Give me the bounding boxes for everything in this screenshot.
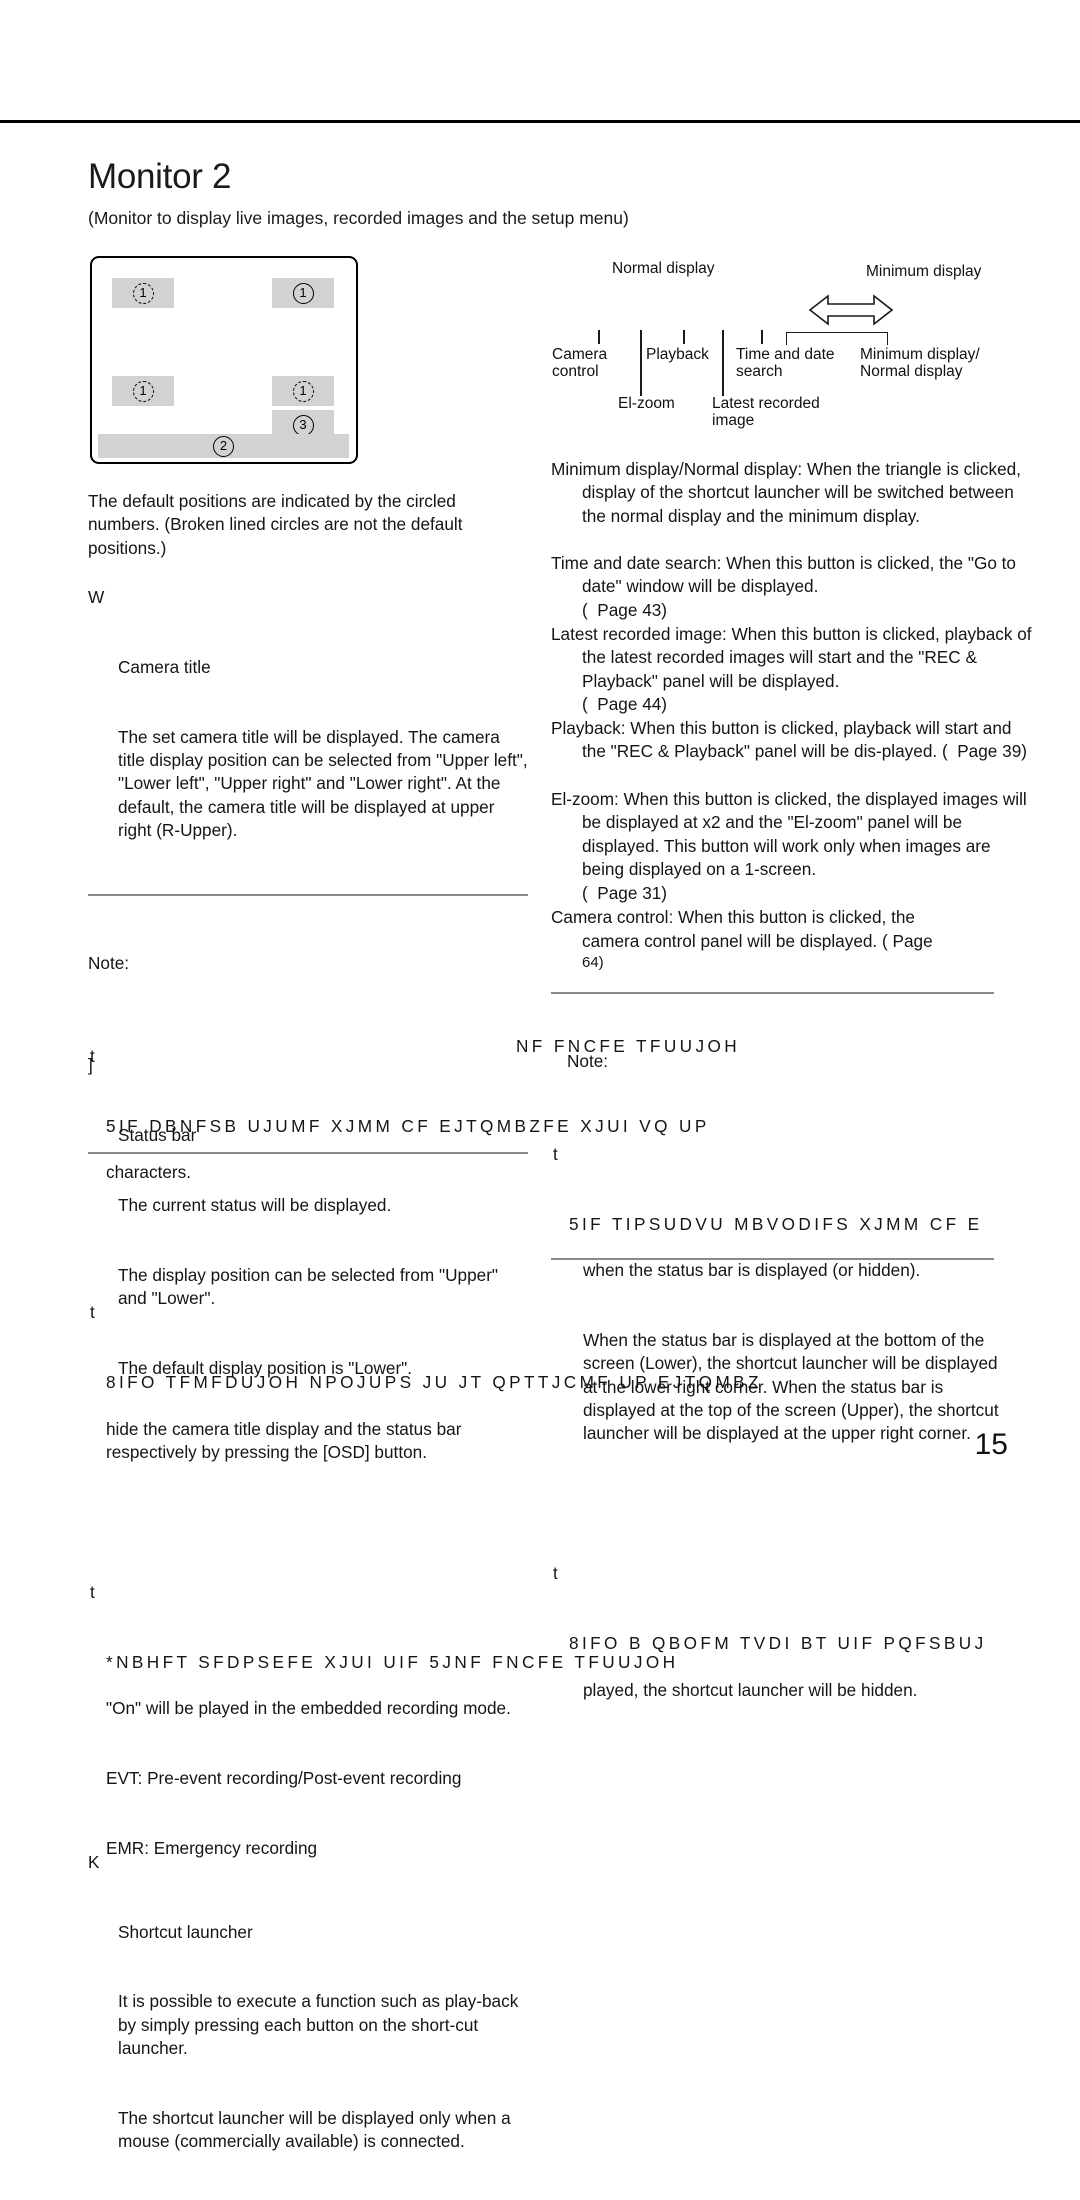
entry-playback: Playback: When this button is clicked, p… (551, 718, 1027, 762)
shortcut-launcher-callout: Normal display Minimum display Camera co… (540, 250, 1040, 445)
note-rule-bottom-left (88, 1152, 528, 1154)
monitor-layout-diagram: 1 1 1 1 3 2 (90, 256, 358, 464)
callout-label-normal-display: Normal display (612, 260, 715, 277)
note-block-left: Note: t 5IF DBNFSB UJUMF XJMM CF EJTQMBZ… (88, 905, 759, 1953)
entry-time-and-date-search: Time and date search: When this button i… (551, 553, 1021, 597)
page-number: 15 (974, 1428, 1008, 1461)
circled-number-3: 3 (292, 414, 314, 436)
item-title-shortcut-launcher: Shortcut launcher (118, 1921, 253, 1942)
callout-label-time-and-date-search: Time and date search (736, 346, 835, 380)
note-rule-top-right (551, 992, 994, 994)
callout-label-minimum-normal-display: Minimum display/ Normal display (860, 346, 980, 380)
circled-number-marker-1: W (88, 587, 105, 607)
note-bullet-right-1-tail-2: When the status bar is displayed at the … (583, 1330, 1004, 1444)
bullet-marker: t (90, 1302, 95, 1323)
header-rule (0, 120, 1080, 123)
circled-number-1-dashed: 1 (132, 380, 154, 402)
bullet-marker: t (553, 1143, 558, 1164)
entry-camera-control-line-2: camera control panel will be displayed. … (582, 931, 933, 951)
callout-tick-time-date (761, 330, 763, 344)
bullet-marker: t (90, 1581, 95, 1602)
note-bullet-2: t 8IFO TFMFDUJOH NPOJUPS JU JT QPTTJCMF … (88, 1301, 759, 1511)
callout-leader-el-zoom (640, 330, 642, 396)
callout-bracket-minimum-normal (786, 332, 888, 345)
manual-page: Monitor 2 (Monitor to display live image… (0, 0, 1080, 2151)
note-bullet-right-2-tail: played, the shortcut launcher will be hi… (583, 1679, 918, 1700)
list-item-shortcut-launcher: K Shortcut launcher It is possible to ex… (88, 1851, 528, 2200)
camera-title-slot-upper-left: 1 (112, 278, 174, 308)
callout-label-camera-control: Camera control (552, 346, 608, 380)
note-block-right: Note: t 5IF TIPSUDVU MBVODIFS XJMM CF E … (551, 1003, 1003, 1795)
note-bullet-2-tail: hide the camera title display and the st… (106, 1418, 467, 1462)
entry-minimum-normal-display: Minimum display/Normal display: When the… (551, 459, 1026, 526)
note-garbled-overflow-fragment: NF FNCFE TFUUJOH (516, 1036, 741, 1056)
item-body-shortcut-launcher-2: The shortcut launcher will be displayed … (118, 2107, 516, 2152)
circled-number-1: 1 (292, 282, 314, 304)
bullet-marker: t (90, 1045, 95, 1066)
page-subtitle: (Monitor to display live images, recorde… (88, 208, 629, 228)
entry-camera-control-line-3: 64) (582, 954, 604, 971)
callout-tick-camera-control (598, 330, 600, 344)
item-title-camera-title: Camera title (118, 656, 211, 677)
note-rule-bottom-right (551, 1258, 994, 1260)
note-bullet-right-1-garbled: 5IF TIPSUDVU MBVODIFS XJMM CF E (569, 1213, 983, 1234)
entry-el-zoom: El-zoom: When this button is clicked, th… (551, 789, 1032, 879)
circled-number-marker-3: K (88, 1851, 100, 1872)
left-intro-paragraph: The default positions are indicated by t… (88, 491, 468, 558)
double-arrow-icon (808, 294, 894, 326)
entry-latest-recorded-image-ref: ( Page 44) (582, 694, 668, 714)
note-bullet-3-tail-2: EVT: Pre-event recording/Post-event reco… (106, 1767, 462, 1788)
note-bullet-right-1: t 5IF TIPSUDVU MBVODIFS XJMM CF E when t… (551, 1143, 1003, 1492)
note-bullet-1: t 5IF DBNFSB UJUMF XJMM CF EJTQMBZFE XJU… (88, 1045, 706, 1231)
note-label: Note: (88, 952, 130, 973)
note-rule-top-left (88, 894, 528, 896)
callout-label-el-zoom: El-zoom (618, 395, 675, 412)
circled-number-1-dashed: 1 (132, 282, 154, 304)
item-body-shortcut-launcher-1: It is possible to execute a function suc… (118, 1991, 524, 2058)
circled-number-1-dashed: 1 (292, 380, 314, 402)
entry-time-and-date-search-ref: ( Page 43) (582, 600, 668, 620)
note-bullet-right-2: t 8IFO B QBOFM TVDI BT UIF PQFSBUJ playe… (551, 1562, 1003, 1748)
bullet-marker: t (553, 1563, 558, 1584)
camera-title-slot-lower-left: 1 (112, 376, 174, 406)
callout-label-playback: Playback (646, 346, 709, 363)
page-title: Monitor 2 (88, 157, 232, 196)
list-item-camera-title: W Camera title The set camera title will… (88, 586, 528, 889)
circled-number-2: 2 (213, 435, 234, 457)
entry-camera-control-line-1: Camera control: When this button is clic… (551, 907, 915, 927)
camera-title-slot-lower-right: 1 (272, 376, 334, 406)
camera-title-slot-upper-right: 1 (272, 278, 334, 308)
note-bullet-right-2-garbled: 8IFO B QBOFM TVDI BT UIF PQFSBUJ (569, 1633, 987, 1654)
status-bar-slot: 2 (98, 434, 349, 458)
item-body-camera-title: The set camera title will be displayed. … (118, 726, 533, 840)
callout-leader-latest-image (722, 330, 724, 396)
note-bullet-right-1-tail-1: when the status bar is displayed (or hid… (583, 1260, 921, 1281)
note-bullet-3-tail-1: "On" will be played in the embedded reco… (106, 1698, 511, 1719)
entry-el-zoom-ref: ( Page 31) (582, 883, 668, 903)
entry-latest-recorded-image: Latest recorded image: When this button … (551, 624, 1037, 691)
callout-tick-playback (683, 330, 685, 344)
callout-label-latest-recorded-image: Latest recorded image (712, 395, 820, 429)
callout-label-minimum-display: Minimum display (866, 263, 982, 280)
note-bullet-1-tail: characters. (106, 1162, 192, 1183)
